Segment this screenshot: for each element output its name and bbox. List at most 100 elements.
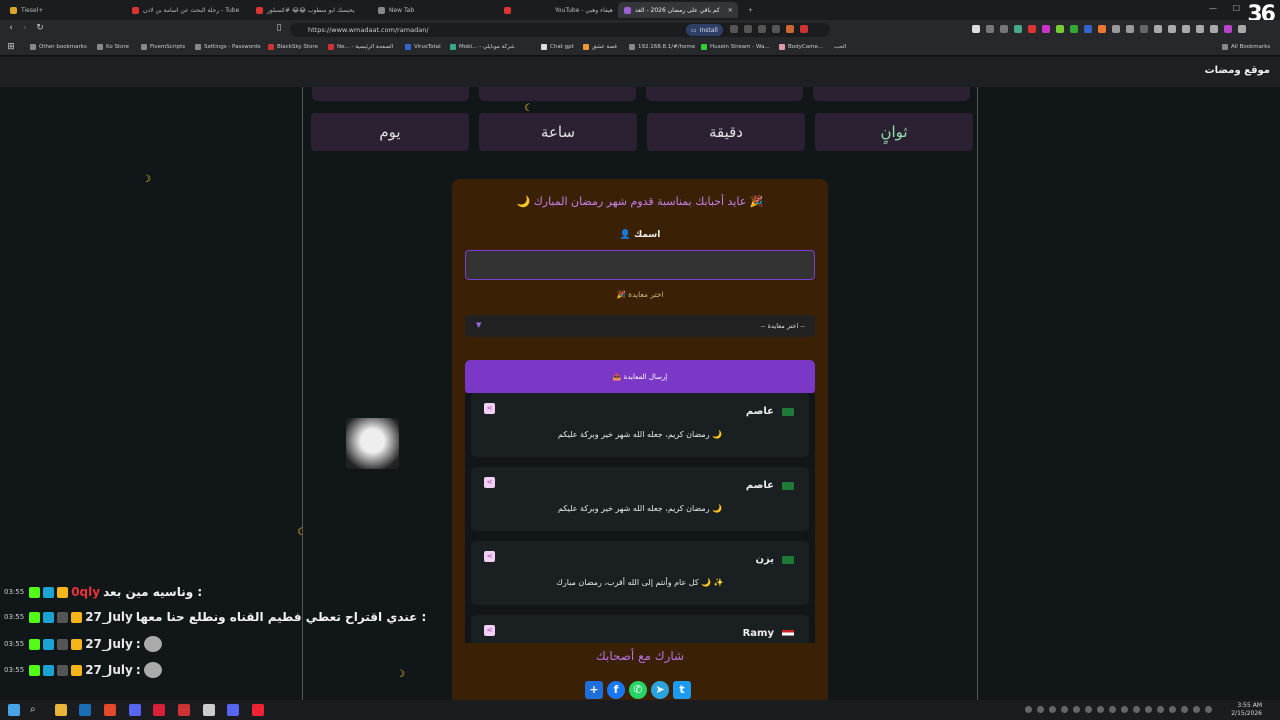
share-icon[interactable]: ⋖: [484, 551, 495, 562]
bookmark-item[interactable]: الحب: [834, 44, 846, 50]
bookmark-item[interactable]: Other bookmarks: [30, 44, 87, 50]
tab-1[interactable]: Tiesel+: [4, 2, 124, 18]
tray-icon[interactable]: [1121, 706, 1128, 713]
name-input[interactable]: [465, 250, 815, 280]
tray-icon[interactable]: [1049, 706, 1056, 713]
telegram-icon[interactable]: ➤: [651, 681, 669, 699]
bookmark-item[interactable]: BodyCame...: [779, 44, 823, 50]
extension-icon[interactable]: [1140, 25, 1148, 33]
tab-2[interactable]: رحلة البحث عن اسامة بن لادن - Tube: [126, 2, 248, 18]
file-explorer-icon[interactable]: [55, 704, 67, 716]
twitter-icon[interactable]: t: [673, 681, 691, 699]
bookmark-item[interactable]: BlackSky Store: [268, 44, 318, 50]
send-greeting-button[interactable]: 📤 إرسال المعايدة: [465, 360, 815, 394]
share-icon[interactable]: ⋖: [484, 403, 495, 414]
brave-shield-icon[interactable]: [786, 25, 794, 33]
tray-icon[interactable]: [1037, 706, 1044, 713]
extension-icon[interactable]: [1084, 25, 1092, 33]
bookmark-page-icon[interactable]: ▯: [272, 23, 286, 33]
profile-icon[interactable]: [1224, 25, 1232, 33]
all-bookmarks[interactable]: All Bookmarks: [1222, 44, 1270, 50]
vpn-icon[interactable]: [1210, 25, 1218, 33]
extension-icon[interactable]: [1028, 25, 1036, 33]
tray-icon[interactable]: [1205, 706, 1212, 713]
tray-icon[interactable]: [1145, 706, 1152, 713]
brave-rewards-icon[interactable]: [800, 25, 808, 33]
tray-icon[interactable]: [1109, 706, 1116, 713]
app-icon[interactable]: [252, 704, 264, 716]
tray-icon[interactable]: [1181, 706, 1188, 713]
taskbar-clock[interactable]: 3:55 AM 2/15/2026: [1231, 702, 1262, 718]
kick-icon: [701, 44, 707, 50]
tab-4[interactable]: New Tab: [372, 2, 496, 18]
whatsapp-icon[interactable]: ✆: [629, 681, 647, 699]
install-app-button[interactable]: ▭ Install: [686, 24, 723, 36]
extension-icon[interactable]: [1070, 25, 1078, 33]
app-icon[interactable]: [227, 704, 239, 716]
close-tab-icon[interactable]: ✕: [728, 7, 733, 14]
apps-grid-icon[interactable]: ⊞: [4, 42, 18, 52]
tray-icon[interactable]: [1193, 706, 1200, 713]
zoom-icon[interactable]: [744, 25, 752, 33]
tray-icon[interactable]: [1073, 706, 1080, 713]
forward-icon[interactable]: ›: [18, 23, 32, 33]
new-tab-button[interactable]: +: [742, 2, 756, 18]
tab-active[interactable]: كم باقي على رمضان 2026 - العد ✕: [618, 2, 738, 18]
bookmark-item[interactable]: Ko Store: [97, 44, 129, 50]
share-icon[interactable]: ⋖: [484, 477, 495, 488]
tray-icon[interactable]: [1097, 706, 1104, 713]
tray-icon[interactable]: [1061, 706, 1068, 713]
extension-icon[interactable]: [1056, 25, 1064, 33]
share-icon[interactable]: ⋖: [484, 625, 495, 636]
facebook-icon[interactable]: f: [607, 681, 625, 699]
bookmark-item[interactable]: Settings - Passwords: [195, 44, 261, 50]
extension-icon[interactable]: [1126, 25, 1134, 33]
share-icon[interactable]: [772, 25, 780, 33]
music-icon[interactable]: [1154, 25, 1162, 33]
tray-icon[interactable]: [1133, 706, 1140, 713]
extension-icon[interactable]: [1042, 25, 1050, 33]
extensions-icon[interactable]: [1182, 25, 1190, 33]
reader-icon[interactable]: [758, 25, 766, 33]
extension-icon[interactable]: [972, 25, 980, 33]
back-icon[interactable]: ‹: [4, 23, 18, 33]
download-icon[interactable]: [1196, 25, 1204, 33]
tray-icon[interactable]: [1157, 706, 1164, 713]
bookmark-item[interactable]: Mobi... - شركة موبايلي: [450, 44, 515, 50]
extension-icon[interactable]: [986, 25, 994, 33]
bookmark-item[interactable]: VirusTotal: [405, 44, 441, 50]
maximize-icon[interactable]: ☐: [1233, 4, 1240, 13]
windows-start-icon[interactable]: [8, 704, 20, 716]
bookmark-item[interactable]: Ne... - الصفحة الرئيسية: [328, 44, 393, 50]
bookmark-item[interactable]: FivemScripts: [141, 44, 185, 50]
plus-icon[interactable]: +: [585, 681, 603, 699]
tab-3[interactable]: يحبسك ابو سطوب 😂😂 #كسبلور: [250, 2, 370, 18]
search-icon[interactable]: ⌕: [30, 704, 42, 716]
extension-icon[interactable]: [1014, 25, 1022, 33]
extension-icon[interactable]: [1112, 25, 1120, 33]
tray-icon[interactable]: [1085, 706, 1092, 713]
tray-icon[interactable]: [1025, 706, 1032, 713]
tab-5[interactable]: YouTube - هيفاء وهبي: [498, 2, 616, 18]
site-title[interactable]: موقع ومضات: [1205, 65, 1270, 76]
extension-icon[interactable]: [1000, 25, 1008, 33]
tray-icon[interactable]: [1169, 706, 1176, 713]
brave-icon[interactable]: [104, 704, 116, 716]
reload-icon[interactable]: ↻: [33, 23, 47, 33]
bookmark-item[interactable]: Chat gpt: [541, 44, 574, 50]
discord-icon[interactable]: [129, 704, 141, 716]
greeting-select[interactable]: ▼ -- اختر معايدة --: [465, 315, 815, 337]
minimize-icon[interactable]: —: [1209, 4, 1217, 13]
app-icon[interactable]: [153, 704, 165, 716]
sidebar-icon[interactable]: [1168, 25, 1176, 33]
extension-icon[interactable]: [1098, 25, 1106, 33]
translate-icon[interactable]: [730, 25, 738, 33]
app-icon[interactable]: [203, 704, 215, 716]
bookmark-item[interactable]: 192.168.8.1/#/home: [629, 44, 695, 50]
steam-icon[interactable]: [79, 704, 91, 716]
bookmark-item[interactable]: قصة عشق: [583, 44, 617, 50]
app-icon[interactable]: [178, 704, 190, 716]
bookmark-item[interactable]: Husein Stream - Wa...: [701, 44, 770, 50]
greetings-list[interactable]: ⋖ عاصم رمضان كريم، جعله الله شهر خير وبر…: [465, 393, 815, 643]
menu-icon[interactable]: [1238, 25, 1246, 33]
